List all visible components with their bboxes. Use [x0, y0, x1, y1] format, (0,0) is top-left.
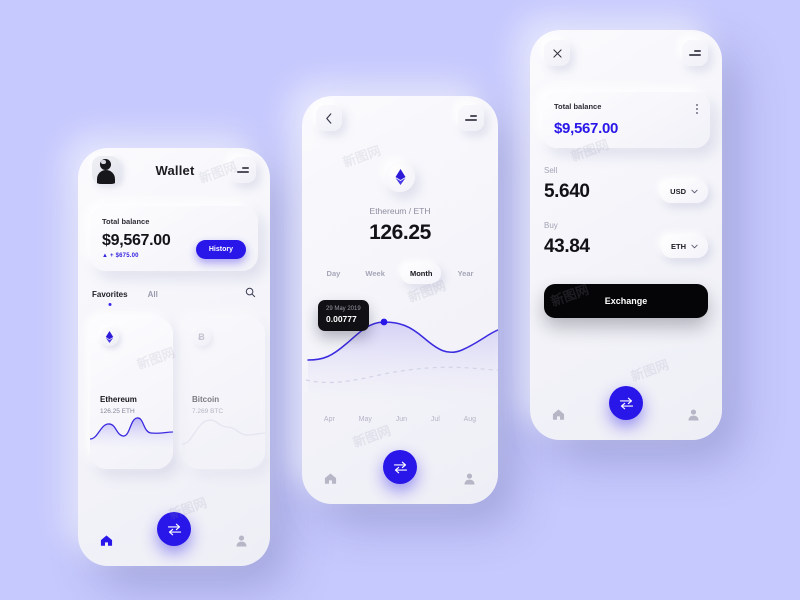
menu-icon — [236, 167, 249, 173]
bitcoin-icon: Ƀ — [192, 327, 211, 346]
balance-amount: $9,567.00 — [554, 120, 619, 137]
buy-amount-input[interactable]: 43.84 — [544, 236, 590, 258]
back-arrow-icon — [326, 112, 332, 124]
balance-change: ▲ + $675.00 — [102, 253, 139, 259]
tab-favorites[interactable]: Favorites — [92, 290, 128, 299]
home-icon[interactable] — [552, 408, 565, 426]
sell-currency-label: USD — [670, 187, 686, 196]
menu-button[interactable] — [229, 157, 256, 183]
avatar[interactable] — [92, 156, 120, 184]
wallet-filter-tabs: Favorites All — [78, 271, 270, 303]
range-tabs: Day Week Month Year — [302, 263, 498, 284]
menu-button[interactable] — [682, 40, 708, 66]
sell-amount-input[interactable]: 5.640 — [544, 181, 590, 203]
phone-exchange: Total balance $9,567.00 Sell 5.640 USD B… — [530, 30, 722, 440]
exchange-icon — [619, 397, 633, 409]
buy-label: Buy — [544, 221, 558, 230]
pair-price: 126.25 — [369, 221, 431, 244]
sell-label: Sell — [544, 166, 558, 175]
wallet-header: Wallet — [78, 148, 270, 192]
range-month[interactable]: Month — [400, 263, 442, 284]
chevron-down-icon — [691, 189, 698, 194]
chart-tooltip: 29 May 2019 0.00777 — [318, 300, 369, 331]
x-tick: May — [358, 416, 372, 423]
menu-icon — [689, 50, 701, 56]
page-title: Wallet — [155, 162, 195, 178]
menu-icon — [465, 115, 477, 121]
close-icon — [552, 48, 562, 58]
search-icon[interactable] — [245, 285, 256, 303]
profile-icon[interactable] — [235, 534, 248, 552]
tooltip-date: 29 May 2019 — [326, 306, 361, 312]
ethereum-icon — [385, 162, 415, 192]
buy-currency-select[interactable]: ETH — [661, 235, 708, 258]
x-tick: Aug — [463, 416, 477, 423]
close-button[interactable] — [544, 40, 570, 66]
x-tick: Apr — [323, 416, 335, 423]
buy-currency-label: ETH — [671, 242, 686, 251]
total-balance-card: Total balance $9,567.00 ▲ + $675.00 Hist… — [90, 206, 258, 271]
tooltip-value: 0.00777 — [326, 314, 357, 324]
range-week[interactable]: Week — [356, 263, 393, 284]
pair-label: Ethereum / ETH — [369, 206, 431, 216]
back-button[interactable] — [316, 105, 342, 131]
up-arrow-icon: ▲ — [102, 253, 109, 259]
phone-wallet: Wallet Total balance $9,567.00 ▲ + $675.… — [78, 148, 270, 566]
coin-card-bitcoin[interactable]: Ƀ Bitcoin 7.269 BTC — [182, 317, 265, 469]
exchange-button[interactable]: Exchange — [544, 284, 708, 318]
exchange-icon — [167, 523, 181, 535]
x-tick: Jun — [395, 416, 407, 423]
profile-icon[interactable] — [687, 408, 700, 426]
x-tick: Jul — [430, 416, 440, 423]
balance-label: Total balance — [554, 102, 602, 111]
exchange-header — [530, 30, 722, 76]
coin-card-list: Ethereum 126.25 ETH Ƀ Bitcoin 7.269 BTC — [78, 303, 270, 469]
exchange-icon — [393, 461, 407, 473]
chart-x-axis: Apr May Jun Jul Aug — [302, 410, 498, 423]
home-icon[interactable] — [100, 534, 113, 552]
exchange-fab-button[interactable] — [609, 386, 643, 420]
chart-header — [302, 96, 498, 140]
chevron-down-icon — [691, 244, 698, 249]
exchange-form: Sell 5.640 USD Buy 43.84 ETH — [530, 166, 722, 258]
exchange-fab-button[interactable] — [157, 512, 191, 546]
home-icon[interactable] — [324, 472, 337, 490]
sparkline-bitcoin — [182, 419, 265, 445]
menu-button[interactable] — [458, 105, 484, 131]
range-year[interactable]: Year — [449, 263, 483, 284]
total-balance-card: Total balance $9,567.00 — [542, 92, 710, 148]
exchange-fab-button[interactable] — [383, 450, 417, 484]
balance-amount: $9,567.00 — [102, 232, 171, 249]
ethereum-icon — [100, 327, 119, 346]
history-button[interactable]: History — [195, 240, 246, 259]
sell-currency-select[interactable]: USD — [660, 180, 708, 203]
more-options-icon[interactable] — [696, 102, 698, 114]
price-chart[interactable]: 29 May 2019 0.00777 — [302, 300, 498, 410]
phone-chart: Ethereum / ETH 126.25 Day Week Month Yea… — [302, 96, 498, 504]
balance-label: Total balance — [102, 217, 150, 226]
tab-all[interactable]: All — [148, 290, 158, 299]
coin-card-ethereum[interactable]: Ethereum 126.25 ETH — [90, 317, 173, 469]
range-day[interactable]: Day — [318, 263, 350, 284]
profile-icon[interactable] — [463, 472, 476, 490]
sparkline-ethereum — [90, 417, 173, 451]
